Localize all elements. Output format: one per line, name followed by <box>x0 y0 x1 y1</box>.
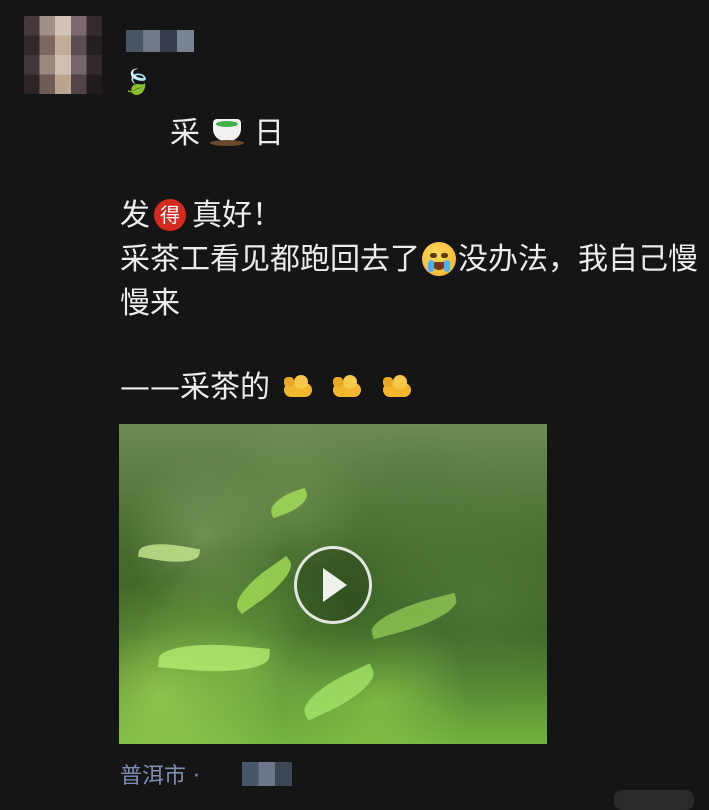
post-title-line: 采 日 <box>170 108 284 152</box>
title-left: 采 <box>170 116 200 151</box>
line1-part-b: 真好！ <box>192 198 282 233</box>
line1-part-a: 发 <box>120 198 150 233</box>
teacup-icon <box>210 113 244 147</box>
location-blurred <box>242 762 292 786</box>
teacup-saucer <box>210 140 244 146</box>
teacup-tea <box>216 121 238 127</box>
title-right: 日 <box>254 116 284 151</box>
avatar[interactable] <box>24 16 102 94</box>
line2-part-a: 采茶工看见都跑回去了 <box>120 242 420 277</box>
flexed-biceps-icon <box>331 373 363 401</box>
play-button[interactable] <box>294 546 372 624</box>
play-icon <box>323 568 347 602</box>
location-row[interactable]: 普洱市 · <box>120 758 292 790</box>
nickname-blurred[interactable] <box>126 30 194 52</box>
location-text: 普洱市 · <box>120 764 200 789</box>
leaf-icon: 🍃 <box>122 68 152 96</box>
post-line-2: 采茶工看见都跑回去了 没办法，我自己慢慢来 <box>120 238 709 326</box>
flexed-biceps-icon <box>282 373 314 401</box>
line4-text: ——采茶的 <box>120 370 270 405</box>
crying-face-icon <box>422 241 456 276</box>
flexed-biceps-icon <box>381 373 413 401</box>
video-thumbnail[interactable] <box>119 424 547 744</box>
post-line-1: 发得真好！ <box>120 194 282 238</box>
de-badge-icon: 得 <box>154 198 186 231</box>
post-line-4: ——采茶的 <box>120 366 419 410</box>
avatar-mosaic <box>24 16 102 94</box>
footer-control[interactable] <box>614 790 694 810</box>
